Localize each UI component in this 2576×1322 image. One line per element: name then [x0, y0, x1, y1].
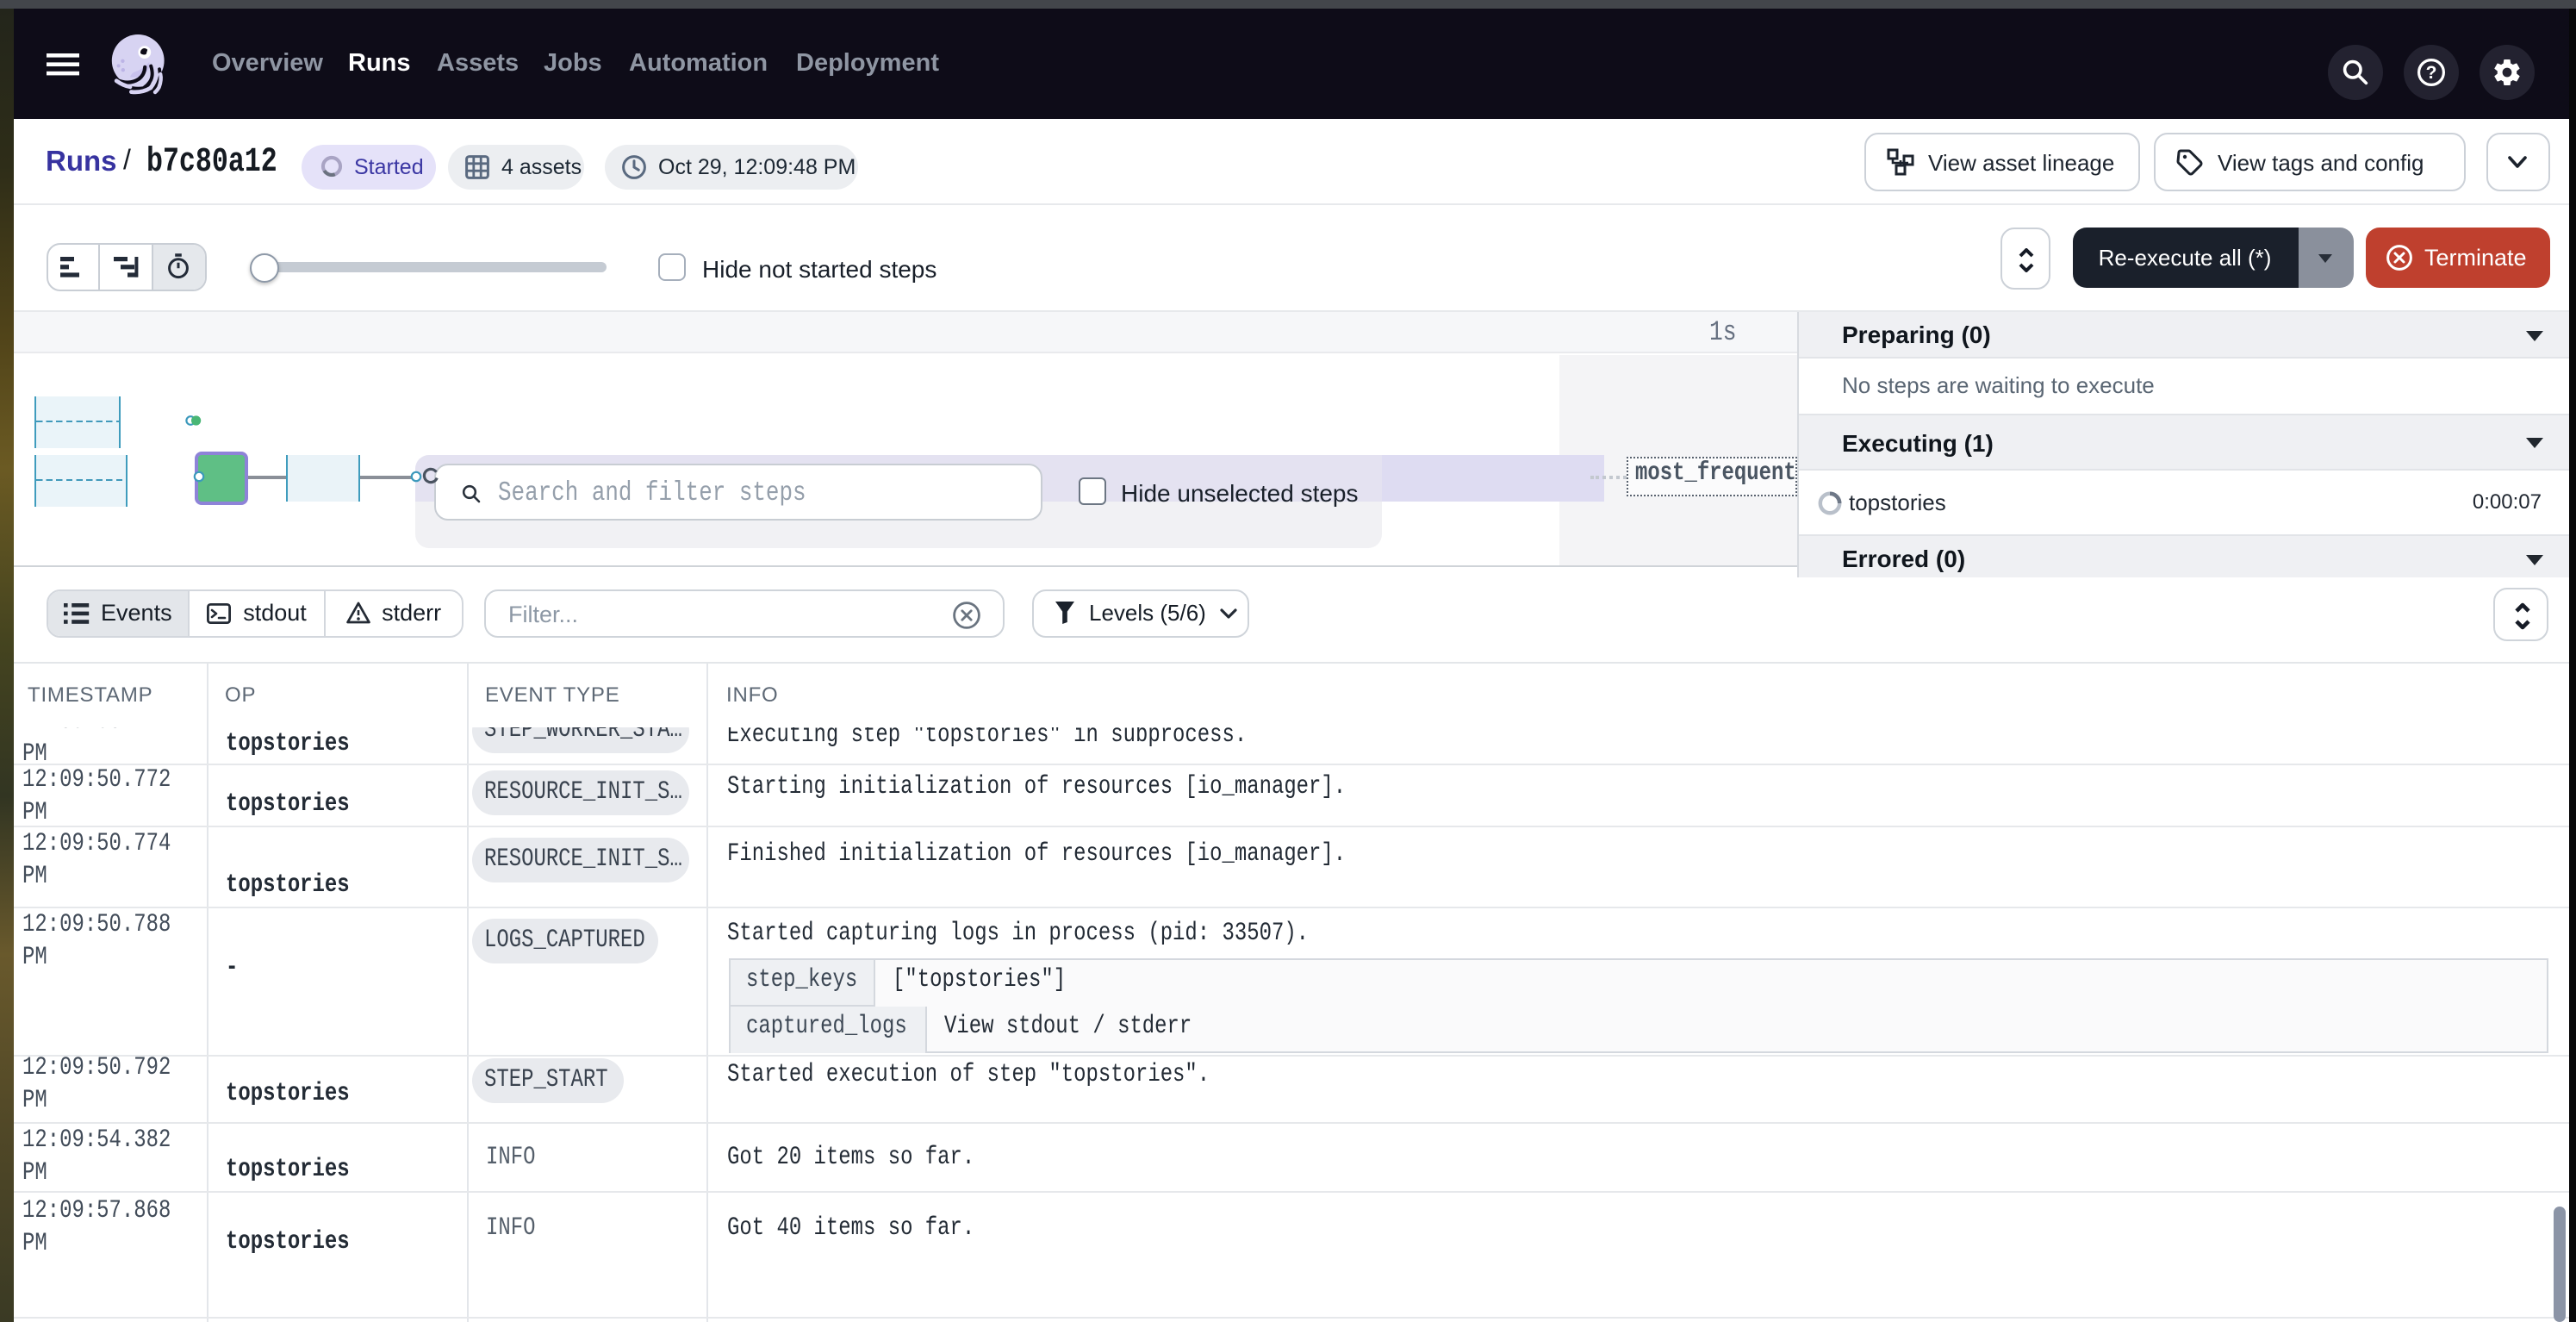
svg-text:?: ? [2426, 62, 2437, 82]
